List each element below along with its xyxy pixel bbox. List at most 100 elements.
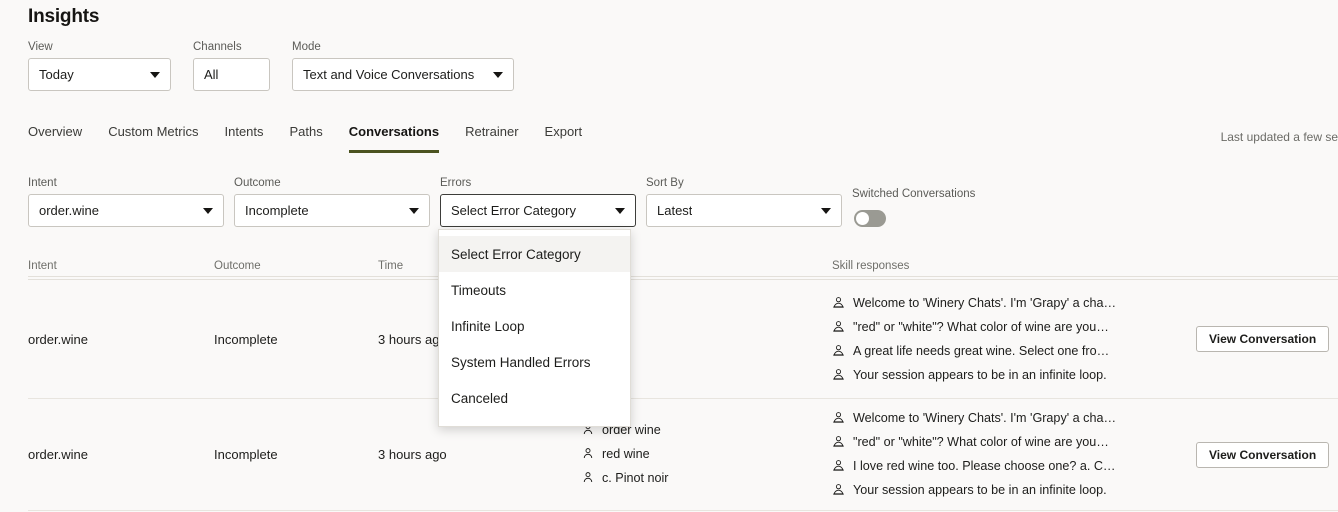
column-header-outcome: Outcome xyxy=(214,260,378,272)
errors-menu-item-infinite-loop[interactable]: Infinite Loop xyxy=(439,308,630,344)
cell-actions: View Conversation xyxy=(1196,442,1338,468)
skill-response-text: Your session appears to be in an infinit… xyxy=(853,483,1107,498)
tab-paths[interactable]: Paths xyxy=(290,124,323,153)
skill-response-text: "red" or "white"? What color of wine are… xyxy=(853,320,1109,335)
chevron-down-icon xyxy=(203,208,213,214)
last-updated-status: Last updated a few se xyxy=(1221,130,1338,144)
errors-menu-item-canceled[interactable]: Canceled xyxy=(439,380,630,416)
skill-response-text: Welcome to 'Winery Chats'. I'm 'Grapy' a… xyxy=(853,411,1116,426)
table-row[interactable]: order.wine Incomplete 3 hours ago Welcom… xyxy=(28,280,1338,399)
errors-menu-item-system-handled-errors[interactable]: System Handled Errors xyxy=(439,344,630,380)
column-header-intent: Intent xyxy=(28,260,214,272)
channels-label: Channels xyxy=(193,40,270,54)
bot-icon xyxy=(832,296,845,309)
switched-conversations-toggle[interactable] xyxy=(854,210,886,227)
tab-intents[interactable]: Intents xyxy=(224,124,263,153)
mode-select[interactable]: Text and Voice Conversations xyxy=(292,58,514,91)
top-filter-bar: View Today Channels All Mode Text and Vo… xyxy=(28,40,514,91)
skill-response-text: "red" or "white"? What color of wine are… xyxy=(853,435,1109,450)
skill-response-line: Welcome to 'Winery Chats'. I'm 'Grapy' a… xyxy=(832,296,1196,311)
tab-custom-metrics[interactable]: Custom Metrics xyxy=(108,124,198,153)
chevron-down-icon xyxy=(493,72,503,78)
skill-response-line: Your session appears to be in an infinit… xyxy=(832,483,1196,498)
view-conversation-button[interactable]: View Conversation xyxy=(1196,326,1329,352)
tab-conversations[interactable]: Conversations xyxy=(349,124,439,153)
errors-label: Errors xyxy=(440,176,636,190)
cell-intent: order.wine xyxy=(28,447,214,462)
toggle-knob xyxy=(856,212,869,225)
view-conversation-button[interactable]: View Conversation xyxy=(1196,442,1329,468)
bot-icon xyxy=(832,411,845,424)
intent-field: Intent order.wine xyxy=(28,176,224,227)
table-row[interactable]: order.wine Incomplete 3 hours ago order … xyxy=(28,399,1338,511)
chevron-down-icon xyxy=(150,72,160,78)
switched-conversations-label: Switched Conversations xyxy=(852,187,975,201)
outcome-field: Outcome Incomplete xyxy=(234,176,430,227)
mode-label: Mode xyxy=(292,40,514,54)
outcome-label: Outcome xyxy=(234,176,430,190)
cell-actions: View Conversation xyxy=(1196,326,1338,352)
conversations-table: Intent Outcome Time Skill responses orde… xyxy=(28,252,1338,511)
sort-by-select[interactable]: Latest xyxy=(646,194,842,227)
skill-response-line: Your session appears to be in an infinit… xyxy=(832,368,1196,383)
intent-select[interactable]: order.wine xyxy=(28,194,224,227)
channels-value: All xyxy=(204,67,218,82)
switched-conversations-field: Switched Conversations xyxy=(852,187,975,227)
skill-response-text: I love red wine too. Please choose one? … xyxy=(853,459,1116,474)
user-utterance-text: red wine xyxy=(602,447,650,462)
page-title: Insights xyxy=(28,6,99,28)
outcome-select[interactable]: Incomplete xyxy=(234,194,430,227)
skill-response-line: A great life needs great wine. Select on… xyxy=(832,344,1196,359)
sort-by-field: Sort By Latest xyxy=(646,176,842,227)
user-utterance-line: red wine xyxy=(582,447,832,462)
user-utterance-text: c. Pinot noir xyxy=(602,471,669,486)
bot-icon xyxy=(832,344,845,357)
cell-outcome: Incomplete xyxy=(214,332,378,347)
errors-select-value: Select Error Category xyxy=(451,203,576,218)
mode-field: Mode Text and Voice Conversations xyxy=(292,40,514,91)
table-header-row: Intent Outcome Time Skill responses xyxy=(28,252,1338,280)
user-utterance-line: c. Pinot noir xyxy=(582,471,832,486)
skill-response-text: Your session appears to be in an infinit… xyxy=(853,368,1107,383)
mode-select-value: Text and Voice Conversations xyxy=(303,67,474,82)
errors-menu-item-select-error-category[interactable]: Select Error Category xyxy=(439,236,630,272)
errors-select[interactable]: Select Error Category xyxy=(440,194,636,227)
chevron-down-icon xyxy=(615,208,625,214)
outcome-select-value: Incomplete xyxy=(245,203,309,218)
view-select[interactable]: Today xyxy=(28,58,171,91)
bot-icon xyxy=(832,320,845,333)
bot-icon xyxy=(832,368,845,381)
skill-response-line: I love red wine too. Please choose one? … xyxy=(832,459,1196,474)
bot-icon xyxy=(832,459,845,472)
intent-label: Intent xyxy=(28,176,224,190)
cell-skill-responses: Welcome to 'Winery Chats'. I'm 'Grapy' a… xyxy=(832,296,1196,383)
conversation-filter-bar: Intent order.wine Outcome Incomplete Err… xyxy=(28,176,975,227)
view-select-value: Today xyxy=(39,67,74,82)
cell-time: 3 hours ago xyxy=(378,447,556,462)
cell-user-utterances: order wine red wine xyxy=(556,423,832,486)
channels-input[interactable]: All xyxy=(193,58,270,91)
errors-menu-item-timeouts[interactable]: Timeouts xyxy=(439,272,630,308)
skill-response-line: "red" or "white"? What color of wine are… xyxy=(832,435,1196,450)
tab-overview[interactable]: Overview xyxy=(28,124,82,153)
cell-outcome: Incomplete xyxy=(214,447,378,462)
skill-response-line: "red" or "white"? What color of wine are… xyxy=(832,320,1196,335)
view-label: View xyxy=(28,40,171,54)
errors-dropdown-menu[interactable]: Select Error Category Timeouts Infinite … xyxy=(438,229,631,427)
tab-export[interactable]: Export xyxy=(545,124,583,153)
skill-response-text: Welcome to 'Winery Chats'. I'm 'Grapy' a… xyxy=(853,296,1116,311)
sort-by-label: Sort By xyxy=(646,176,842,190)
chevron-down-icon xyxy=(821,208,831,214)
cell-skill-responses: Welcome to 'Winery Chats'. I'm 'Grapy' a… xyxy=(832,411,1196,498)
column-header-skill-responses: Skill responses xyxy=(832,260,1196,272)
view-field: View Today xyxy=(28,40,171,91)
tab-retrainer[interactable]: Retrainer xyxy=(465,124,518,153)
user-icon xyxy=(582,471,594,484)
bot-icon xyxy=(832,435,845,448)
user-icon xyxy=(582,447,594,460)
bot-icon xyxy=(832,483,845,496)
skill-response-line: Welcome to 'Winery Chats'. I'm 'Grapy' a… xyxy=(832,411,1196,426)
skill-response-text: A great life needs great wine. Select on… xyxy=(853,344,1109,359)
errors-field: Errors Select Error Category xyxy=(440,176,636,227)
channels-field: Channels All xyxy=(193,40,270,91)
